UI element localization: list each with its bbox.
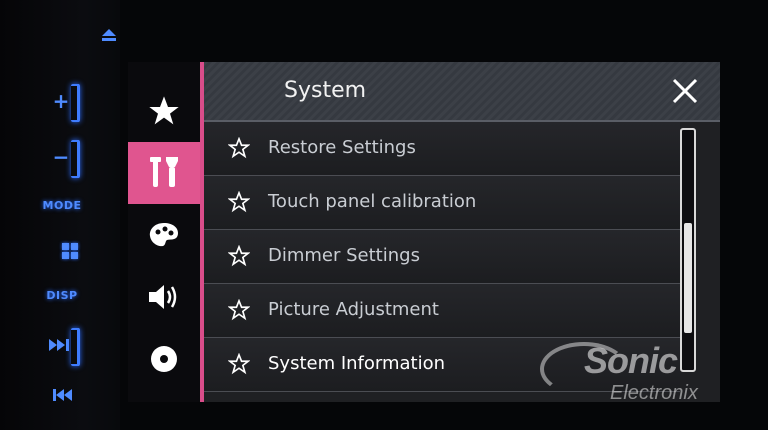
star-outline-icon[interactable] — [228, 299, 250, 321]
tab-theme[interactable] — [128, 204, 200, 266]
volume-up-button[interactable]: + — [40, 82, 82, 122]
disp-button[interactable]: DISP — [36, 289, 88, 302]
star-outline-icon[interactable] — [228, 353, 250, 375]
star-icon — [149, 96, 179, 125]
disc-icon — [151, 346, 177, 372]
tab-source[interactable] — [128, 328, 200, 390]
skip-forward-icon — [49, 339, 69, 351]
close-icon[interactable] — [668, 74, 702, 108]
previous-track-button[interactable] — [40, 376, 82, 414]
tab-audio[interactable] — [128, 266, 200, 328]
page-title: System — [284, 78, 367, 103]
speaker-icon — [149, 285, 177, 309]
tab-favorites[interactable] — [128, 80, 200, 142]
list-item-touch-panel-calibration[interactable]: Touch panel calibration — [204, 176, 680, 230]
star-outline-icon[interactable] — [228, 245, 250, 267]
tools-icon — [150, 157, 178, 187]
list-item-label: Dimmer Settings — [268, 245, 420, 266]
list-item-restore-settings[interactable]: Restore Settings — [204, 122, 680, 176]
list-item-dimmer-settings[interactable]: Dimmer Settings — [204, 230, 680, 284]
tab-system[interactable] — [128, 142, 200, 204]
scrollbar-thumb[interactable] — [684, 222, 692, 333]
plus-icon: + — [52, 89, 70, 113]
skip-back-icon — [53, 389, 72, 401]
settings-category-sidebar — [128, 62, 200, 402]
star-outline-icon[interactable] — [228, 191, 250, 213]
panel-header: System — [204, 62, 720, 122]
palette-icon — [149, 223, 178, 247]
watermark-sub: Electronix — [610, 382, 698, 404]
home-grid-icon[interactable] — [62, 243, 78, 259]
next-track-button[interactable] — [40, 326, 82, 366]
volume-down-button[interactable]: − — [40, 138, 82, 178]
head-unit-bezel: + − MODE DISP — [0, 0, 120, 430]
list-item-label: Touch panel calibration — [268, 191, 477, 212]
mode-button[interactable]: MODE — [36, 199, 88, 212]
brand-watermark: Sonic Electronix — [540, 340, 740, 410]
list-item-label: System Information — [268, 353, 446, 374]
list-item-picture-adjustment[interactable]: Picture Adjustment — [204, 284, 680, 338]
minus-icon: − — [52, 145, 70, 169]
scrollbar[interactable] — [680, 128, 696, 372]
list-item-label: Picture Adjustment — [268, 299, 439, 320]
list-item-label: Restore Settings — [268, 137, 416, 158]
eject-icon[interactable] — [101, 28, 117, 42]
watermark-brand: Sonic — [584, 340, 678, 381]
star-outline-icon[interactable] — [228, 137, 250, 159]
